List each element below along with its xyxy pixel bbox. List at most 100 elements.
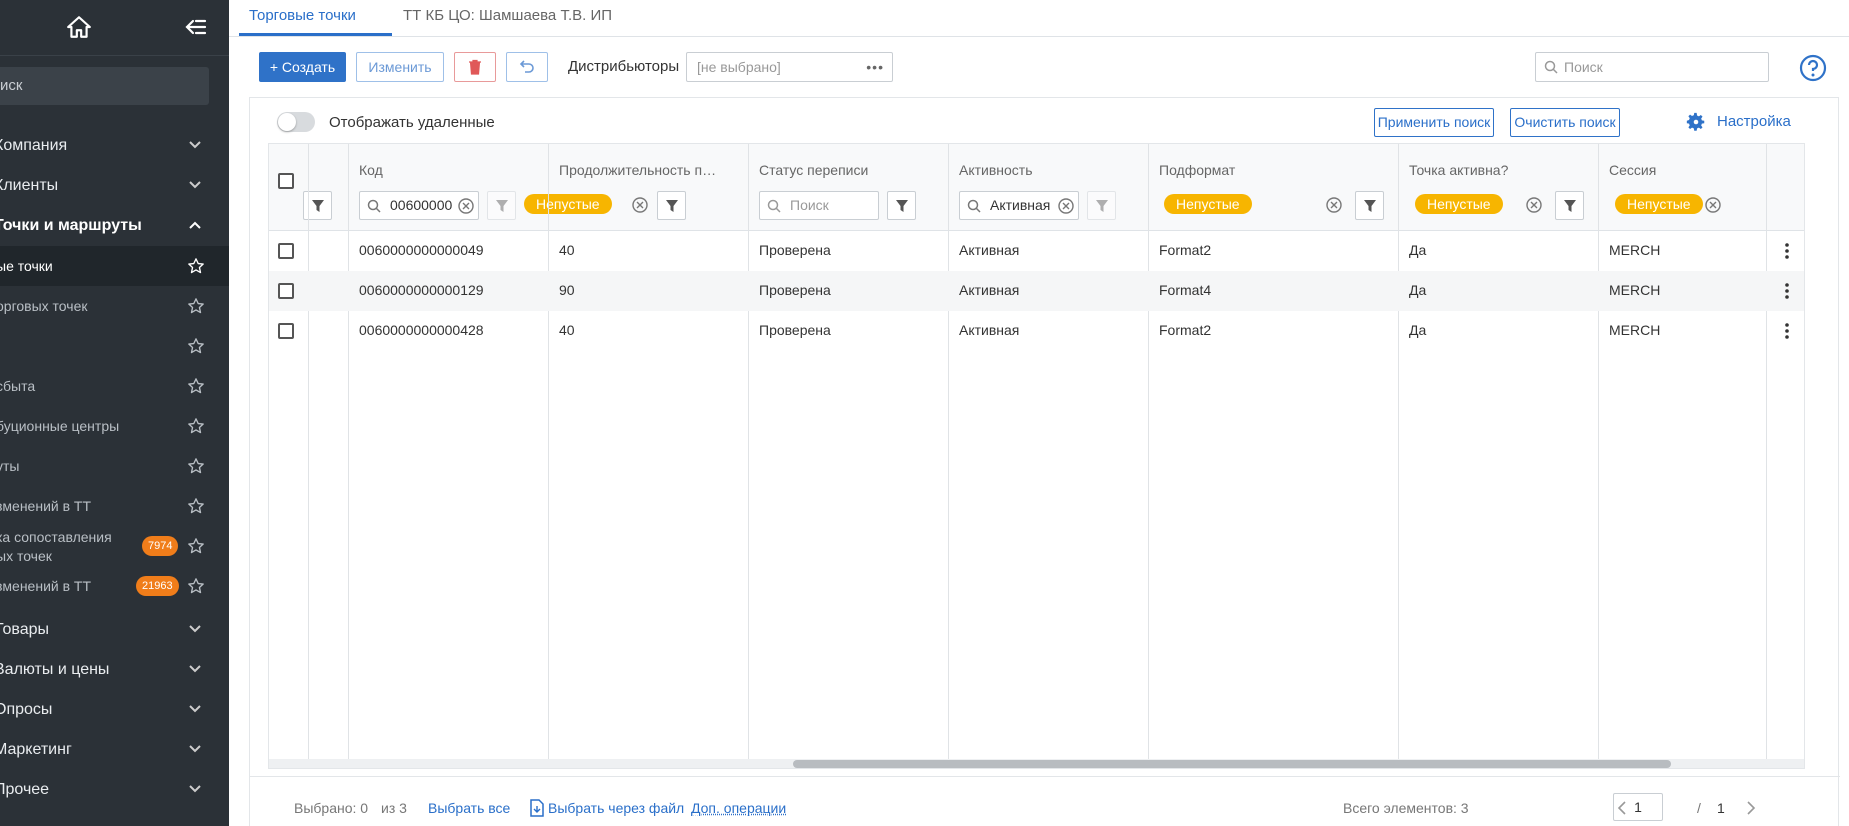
sidebar-item-unnamed[interactable] bbox=[0, 326, 229, 366]
chevron-right-icon[interactable] bbox=[1746, 801, 1756, 815]
home-icon[interactable] bbox=[66, 14, 92, 40]
sidebar-group-surveys[interactable]: Опросы bbox=[0, 690, 229, 730]
column-header-duration[interactable]: Продолжительность пос... bbox=[559, 162, 719, 178]
row-menu-icon[interactable] bbox=[1785, 322, 1789, 340]
undo-button[interactable] bbox=[506, 52, 548, 82]
clear-icon[interactable] bbox=[1705, 197, 1721, 213]
sidebar-group-points-routes[interactable]: Точки и маршруты bbox=[0, 206, 229, 246]
extra-operations-link[interactable]: Доп. операции bbox=[691, 800, 786, 816]
column-header-session[interactable]: Сессия bbox=[1609, 162, 1729, 178]
column-header-code[interactable]: Код bbox=[359, 162, 509, 178]
collapse-sidebar-icon[interactable] bbox=[184, 15, 208, 39]
code-filter-input[interactable]: 00600000 bbox=[359, 191, 479, 220]
clear-icon[interactable] bbox=[632, 197, 648, 213]
clear-icon[interactable] bbox=[1526, 197, 1542, 213]
star-icon[interactable] bbox=[187, 297, 205, 315]
star-icon[interactable] bbox=[187, 337, 205, 355]
subformat-filter-chip[interactable]: Непустые bbox=[1164, 194, 1252, 214]
sidebar-group-label: Прочее bbox=[0, 781, 50, 798]
clear-icon[interactable] bbox=[1326, 197, 1342, 213]
page-number-input[interactable]: 1 bbox=[1613, 793, 1663, 821]
show-deleted-toggle[interactable] bbox=[277, 112, 315, 132]
star-icon[interactable] bbox=[187, 537, 205, 555]
create-button[interactable]: + Создать bbox=[259, 52, 346, 82]
point-active-filter-button[interactable] bbox=[1555, 191, 1584, 220]
select-all-link[interactable]: Выбрать все bbox=[428, 800, 510, 816]
activity-filter-button[interactable] bbox=[1087, 191, 1116, 220]
cell-census: Проверена bbox=[759, 282, 831, 298]
clear-search-button[interactable]: Очистить поиск bbox=[1510, 108, 1620, 137]
sidebar-item-trade-point-types[interactable]: орговых точек bbox=[0, 286, 229, 326]
column-header-activity[interactable]: Активность bbox=[959, 162, 1109, 178]
gear-icon[interactable] bbox=[1685, 111, 1707, 133]
row-checkbox[interactable] bbox=[278, 243, 294, 259]
sidebar-item-trade-points[interactable]: ые точки bbox=[0, 246, 229, 286]
session-filter-chip[interactable]: Непустые bbox=[1615, 194, 1703, 214]
column-header-subformat[interactable]: Подформат bbox=[1159, 162, 1309, 178]
sidebar-group-currencies[interactable]: Валюты и цены bbox=[0, 650, 229, 690]
sidebar-group-other[interactable]: Прочее bbox=[0, 770, 229, 810]
star-icon[interactable] bbox=[187, 377, 205, 395]
row-checkbox[interactable] bbox=[278, 323, 294, 339]
search-icon bbox=[1544, 60, 1558, 74]
search-icon bbox=[967, 199, 981, 213]
table-row[interactable]: 0060000000000049 40 Проверена Активная F… bbox=[269, 231, 1804, 271]
edit-button[interactable]: Изменить bbox=[356, 52, 444, 82]
distributors-label: Дистрибьюторы bbox=[568, 58, 680, 75]
filter-icon bbox=[1364, 200, 1376, 212]
sidebar-item-tt-changes[interactable]: зменений в ТТ bbox=[0, 486, 229, 526]
census-filter-button[interactable] bbox=[887, 191, 916, 220]
sidebar-item-sales-channels[interactable]: сбыта bbox=[0, 366, 229, 406]
settings-link[interactable]: Настройка bbox=[1717, 113, 1791, 130]
star-icon[interactable] bbox=[187, 457, 205, 475]
row-checkbox[interactable] bbox=[278, 283, 294, 299]
star-icon[interactable] bbox=[187, 257, 205, 275]
sidebar-item-distribution-centers[interactable]: буционные центры bbox=[0, 406, 229, 446]
cell-subformat: Format2 bbox=[1159, 322, 1212, 338]
sidebar-group-marketing[interactable]: Маркетинг bbox=[0, 730, 229, 770]
column-header-census[interactable]: Статус переписи bbox=[759, 162, 909, 178]
sidebar-item-matching[interactable]: ка сопоставления ых точек 7974 bbox=[0, 526, 229, 566]
row-menu-icon[interactable] bbox=[1785, 282, 1789, 300]
sidebar-group-goods[interactable]: Товары bbox=[0, 610, 229, 650]
code-filter-button[interactable] bbox=[487, 191, 516, 220]
subformat-filter-button[interactable] bbox=[1355, 191, 1384, 220]
select-via-file-link[interactable]: Выбрать через файл bbox=[548, 800, 684, 816]
select-all-checkbox[interactable] bbox=[278, 173, 294, 189]
tab-trade-point-detail[interactable]: ТТ КБ ЦО: Шамшаева Т.В. ИП bbox=[403, 7, 612, 24]
sidebar-item-routes[interactable]: уты bbox=[0, 446, 229, 486]
tab-trade-points[interactable]: Торговые точки bbox=[249, 7, 356, 24]
star-icon[interactable] bbox=[187, 417, 205, 435]
sidebar-group-label: Компания bbox=[0, 137, 68, 154]
activity-filter-input[interactable]: Активная bbox=[959, 191, 1079, 220]
row-menu-icon[interactable] bbox=[1785, 242, 1789, 260]
census-filter-input[interactable]: Поиск bbox=[759, 191, 879, 220]
star-icon[interactable] bbox=[187, 577, 205, 595]
cell-duration: 40 bbox=[559, 242, 575, 258]
help-icon[interactable] bbox=[1799, 54, 1827, 82]
code-filter-value: 00600000 bbox=[390, 197, 453, 213]
clear-icon[interactable] bbox=[1058, 198, 1074, 214]
count-badge: 7974 bbox=[142, 536, 179, 556]
table-row[interactable]: 0060000000000428 40 Проверена Активная F… bbox=[269, 311, 1804, 351]
clear-icon[interactable] bbox=[458, 198, 474, 214]
sidebar-search-input[interactable]: иск bbox=[0, 67, 209, 105]
point-active-filter-chip[interactable]: Непустые bbox=[1415, 194, 1503, 214]
search-input[interactable]: Поиск bbox=[1535, 52, 1769, 82]
sidebar-group-company[interactable]: Компания bbox=[0, 126, 229, 166]
distributors-select[interactable]: [не выбрано] ••• bbox=[686, 52, 893, 82]
sidebar-item-tt-changes-2[interactable]: зменений в ТТ 21963 bbox=[0, 566, 229, 606]
duration-filter-chip[interactable]: Непустые bbox=[524, 194, 612, 214]
sidebar-item-label: буционные центры bbox=[0, 418, 120, 434]
delete-button[interactable] bbox=[454, 52, 496, 82]
trash-icon bbox=[469, 59, 481, 75]
star-icon[interactable] bbox=[187, 497, 205, 515]
column-header-point-active[interactable]: Точка активна? bbox=[1409, 162, 1559, 178]
table-row[interactable]: 0060000000000129 90 Проверена Активная F… bbox=[269, 271, 1804, 311]
apply-search-button[interactable]: Применить поиск bbox=[1374, 108, 1494, 137]
scrollbar-thumb[interactable] bbox=[793, 760, 1671, 768]
duration-filter-button[interactable] bbox=[657, 191, 686, 220]
more-icon[interactable]: ••• bbox=[866, 53, 884, 81]
horizontal-scrollbar[interactable] bbox=[269, 759, 1804, 768]
sidebar-group-clients[interactable]: Клиенты bbox=[0, 166, 229, 206]
